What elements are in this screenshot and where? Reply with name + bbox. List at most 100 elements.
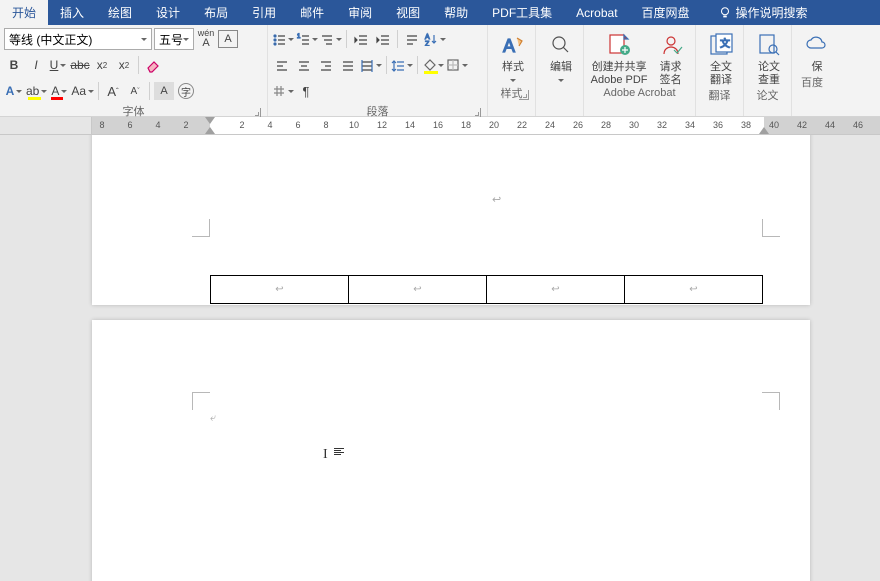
decrease-indent-button[interactable] xyxy=(351,29,371,49)
distribute-button[interactable] xyxy=(360,55,382,75)
multilevel-button[interactable] xyxy=(320,29,342,49)
multilevel-icon xyxy=(320,32,334,46)
tab-layout[interactable]: 布局 xyxy=(192,0,240,25)
change-case-button[interactable]: Aa xyxy=(71,81,94,101)
show-marks-button[interactable]: ¶ xyxy=(296,81,316,101)
editing-label: 编辑 xyxy=(550,61,572,74)
styles-icon: A xyxy=(500,32,526,58)
document-table[interactable]: ↩↩↩↩ xyxy=(210,275,763,304)
font-color-button[interactable]: A xyxy=(49,81,69,101)
snap-to-grid-button[interactable] xyxy=(272,81,294,101)
margin-corner-bl xyxy=(192,219,210,237)
italic-button[interactable]: I xyxy=(26,55,46,75)
tab-view[interactable]: 视图 xyxy=(384,0,432,25)
phonetic-guide-button[interactable]: wénA xyxy=(196,29,216,49)
highlight-color-bar xyxy=(28,97,41,100)
shading-button[interactable] xyxy=(422,55,444,75)
enclose-char-button[interactable]: 字 xyxy=(176,81,196,101)
table-cell[interactable]: ↩ xyxy=(487,276,625,304)
strikethrough-button[interactable]: abc xyxy=(70,55,90,75)
baidu-label: 保 xyxy=(812,61,823,74)
cloud-icon xyxy=(804,32,830,58)
document-area[interactable]: ↩↩↩↩ ↩ ⤶ I xyxy=(0,135,880,581)
ruler-tick: 6 xyxy=(124,120,136,130)
tab-baidu[interactable]: 百度网盘 xyxy=(630,0,702,25)
justify-button[interactable] xyxy=(338,55,358,75)
tab-home[interactable]: 开始 xyxy=(0,0,48,25)
ruler-tick: 28 xyxy=(600,120,612,130)
tab-pdftools[interactable]: PDF工具集 xyxy=(480,0,564,25)
tell-me-search[interactable]: 操作说明搜索 xyxy=(710,0,816,25)
group-baidu: 保 百度 xyxy=(792,25,832,116)
underline-button[interactable]: U xyxy=(48,55,68,75)
ruler-scale: 8642246810121416182022242628303234363840… xyxy=(92,117,880,134)
horizontal-ruler[interactable]: 8642246810121416182022242628303234363840… xyxy=(0,117,880,135)
translate-button[interactable]: 文 全文 翻译 xyxy=(700,27,742,87)
hanging-indent-marker[interactable] xyxy=(205,126,215,134)
tab-references[interactable]: 引用 xyxy=(240,0,288,25)
svg-text:文: 文 xyxy=(720,37,730,50)
char-border-button[interactable]: A xyxy=(218,30,238,48)
table-cell[interactable]: ↩ xyxy=(625,276,763,304)
tab-acrobat[interactable]: Acrobat xyxy=(564,0,629,25)
text-cursor-icon: I xyxy=(323,447,328,463)
ruler-tick: 34 xyxy=(684,120,696,130)
svg-text:A: A xyxy=(425,34,430,41)
outdent-icon xyxy=(354,32,368,46)
ruler-tick: 26 xyxy=(572,120,584,130)
borders-button[interactable] xyxy=(446,55,468,75)
tab-draw[interactable]: 绘图 xyxy=(96,0,144,25)
font-size-select[interactable]: 五号 xyxy=(154,28,194,50)
ruler-tick: 18 xyxy=(460,120,472,130)
styles-dialog-launcher[interactable] xyxy=(519,90,529,100)
styles-button[interactable]: A 样式 xyxy=(492,27,534,85)
text-effects-button[interactable]: A xyxy=(4,81,24,101)
bullets-button[interactable] xyxy=(272,29,294,49)
translate-group-label: 翻译 xyxy=(709,90,731,102)
ruler-tick: 46 xyxy=(852,120,864,130)
sort-button[interactable]: AZ xyxy=(424,29,446,49)
align-left-button[interactable] xyxy=(272,55,292,75)
indent-icon xyxy=(376,32,390,46)
baidu-save-button[interactable]: 保 xyxy=(796,27,838,74)
superscript-button[interactable]: x2 xyxy=(114,55,134,75)
ruler-corner xyxy=(0,117,92,134)
subscript-button[interactable]: x2 xyxy=(92,55,112,75)
table-cell[interactable]: ↩ xyxy=(211,276,349,304)
shrink-font-button[interactable]: Aˇ xyxy=(125,81,145,101)
clear-format-button[interactable] xyxy=(143,55,163,75)
first-line-indent-marker[interactable] xyxy=(205,117,215,125)
table-cell[interactable]: ↩ xyxy=(349,276,487,304)
align-center-button[interactable] xyxy=(294,55,314,75)
group-paragraph: 1 AZ xyxy=(268,25,488,116)
font-name-select[interactable]: 等线 (中文正文) xyxy=(4,28,152,50)
svg-text:A: A xyxy=(503,36,515,56)
find-icon xyxy=(549,33,573,57)
bold-button[interactable]: B xyxy=(4,55,24,75)
ruler-tick: 30 xyxy=(628,120,640,130)
ruler-tick: 8 xyxy=(320,120,332,130)
align-right-button[interactable] xyxy=(316,55,336,75)
justify-icon xyxy=(341,58,355,72)
ltr-button[interactable] xyxy=(402,29,422,49)
plagiarism-button[interactable]: 论文 查重 xyxy=(748,27,790,87)
sign-label: 请求 签名 xyxy=(660,61,682,87)
editing-button[interactable]: 编辑 xyxy=(540,27,582,85)
numbering-button[interactable]: 1 xyxy=(296,29,318,49)
grow-font-button[interactable]: Aˆ xyxy=(103,81,123,101)
tab-mailings[interactable]: 邮件 xyxy=(288,0,336,25)
request-sign-button[interactable]: 请求 签名 xyxy=(650,27,691,87)
group-styles: A 样式 样式 xyxy=(488,25,536,116)
increase-indent-button[interactable] xyxy=(373,29,393,49)
tab-design[interactable]: 设计 xyxy=(144,0,192,25)
highlight-button[interactable]: ab xyxy=(26,81,47,101)
line-spacing-button[interactable] xyxy=(391,55,413,75)
ribbon-tabs: 开始 插入 绘图 设计 布局 引用 邮件 审阅 视图 帮助 PDF工具集 Acr… xyxy=(0,0,880,25)
char-shading-button[interactable]: A xyxy=(154,82,174,100)
page-2: ⤶ xyxy=(92,320,810,581)
tab-review[interactable]: 审阅 xyxy=(336,0,384,25)
ruler-tick: 42 xyxy=(796,120,808,130)
tab-insert[interactable]: 插入 xyxy=(48,0,96,25)
tab-help[interactable]: 帮助 xyxy=(432,0,480,25)
create-pdf-button[interactable]: 创建并共享 Adobe PDF xyxy=(588,27,650,87)
